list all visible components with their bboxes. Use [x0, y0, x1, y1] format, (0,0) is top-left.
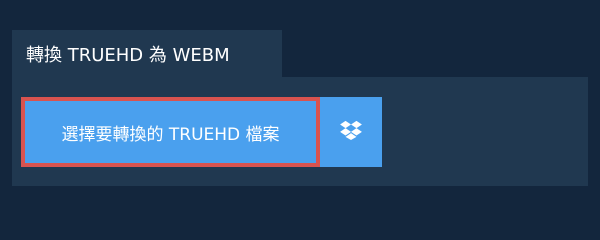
choose-file-button[interactable]: 選擇要轉換的 TRUEHD 檔案 — [21, 97, 320, 167]
dropbox-icon — [340, 120, 362, 144]
choose-file-label: 選擇要轉換的 TRUEHD 檔案 — [61, 124, 280, 145]
converter-tab-title: 轉換 TRUEHD 為 WEBM — [12, 30, 282, 77]
dropbox-button[interactable] — [320, 97, 382, 167]
tab-title-text: 轉換 TRUEHD 為 WEBM — [26, 44, 230, 66]
